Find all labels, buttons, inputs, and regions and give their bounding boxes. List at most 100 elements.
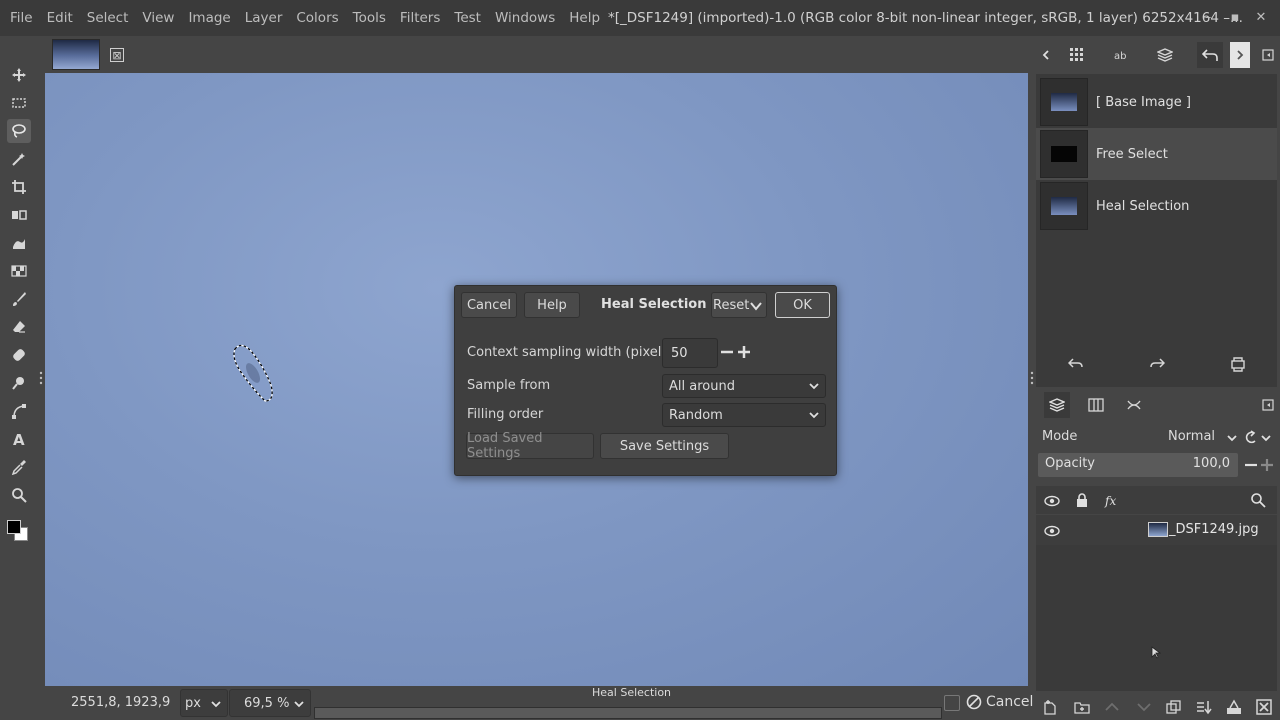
plus-icon[interactable]	[1257, 455, 1277, 475]
undo-label: Heal Selection	[1096, 198, 1190, 214]
redo-icon[interactable]	[1147, 354, 1167, 374]
lower-layer-icon[interactable]	[1134, 697, 1154, 717]
new-layer-icon[interactable]	[1040, 697, 1060, 717]
menu-view[interactable]: View	[135, 10, 181, 26]
opacity-slider[interactable]: Opacity 100,0	[1038, 453, 1238, 477]
duplicate-layer-icon[interactable]	[1164, 697, 1184, 717]
menu-layer[interactable]: Layer	[238, 10, 290, 26]
tab-brushes-icon[interactable]	[1064, 42, 1090, 68]
heal-tool-icon[interactable]	[7, 343, 31, 367]
chevron-down-icon	[809, 412, 819, 419]
mode-select[interactable]: Normal	[1164, 426, 1240, 450]
gradient-tool-icon[interactable]	[7, 259, 31, 283]
layers-actions	[1034, 693, 1280, 720]
chevron-right-icon[interactable]	[1230, 42, 1250, 68]
warp-tool-icon[interactable]	[7, 231, 31, 255]
menu-colors[interactable]: Colors	[289, 10, 345, 26]
menu-test[interactable]: Test	[447, 10, 488, 26]
free-select-tool-icon[interactable]	[7, 119, 31, 143]
maximize-button[interactable]: ▪	[1226, 9, 1244, 27]
merge-layer-icon[interactable]	[1194, 697, 1214, 717]
dock-menu-icon[interactable]	[1260, 42, 1276, 68]
paintbrush-tool-icon[interactable]	[7, 287, 31, 311]
clear-history-icon[interactable]	[1228, 354, 1248, 374]
effects-icon[interactable]: fx	[1104, 492, 1120, 508]
tab-paths-icon[interactable]	[1121, 392, 1147, 418]
undo-item-heal-selection[interactable]: Heal Selection	[1036, 180, 1277, 232]
image-tab-thumbnail[interactable]	[52, 39, 100, 70]
opacity-label: Opacity	[1045, 456, 1096, 471]
filling-order-select[interactable]: Random	[662, 403, 826, 427]
eye-icon[interactable]	[1044, 523, 1060, 539]
layer-mode-row: Mode Normal	[1034, 426, 1280, 450]
mode-value: Normal	[1168, 429, 1216, 444]
lock-icon[interactable]	[1074, 492, 1090, 508]
move-tool-icon[interactable]	[7, 63, 31, 87]
eraser-tool-icon[interactable]	[7, 315, 31, 339]
mode-switch-button[interactable]	[1242, 428, 1276, 448]
dock-resize-handle[interactable]	[1030, 370, 1034, 386]
plus-icon[interactable]	[736, 343, 752, 361]
minimize-button[interactable]: –	[1199, 9, 1217, 27]
layer-thumbnail	[1148, 522, 1168, 537]
undo-item-free-select[interactable]: Free Select	[1036, 128, 1277, 180]
layer-name[interactable]: _DSF1249.jpg	[1169, 522, 1259, 537]
svg-text:ab: ab	[1114, 51, 1126, 62]
unit-select[interactable]: px	[180, 689, 228, 717]
ok-button[interactable]: OK	[775, 292, 830, 318]
search-icon[interactable]	[1250, 492, 1266, 508]
minus-icon[interactable]	[719, 343, 735, 361]
smudge-tool-icon[interactable]	[7, 371, 31, 395]
zoom-select[interactable]: 69,5 %	[229, 689, 311, 717]
fuzzy-select-tool-icon[interactable]	[7, 147, 31, 171]
tab-undo-history-icon[interactable]	[1197, 42, 1223, 68]
fg-bg-color-swatch[interactable]	[6, 518, 32, 544]
menu-edit[interactable]: Edit	[40, 10, 80, 26]
toolbox-resize-handle[interactable]	[39, 370, 43, 386]
zoom-tool-icon[interactable]	[7, 483, 31, 507]
save-settings-button[interactable]: Save Settings	[600, 433, 729, 459]
menu-image[interactable]: Image	[181, 10, 237, 26]
menu-tools[interactable]: Tools	[346, 10, 393, 26]
tab-layers-icon[interactable]	[1152, 42, 1178, 68]
tab-channels-icon[interactable]	[1083, 392, 1109, 418]
chevron-down-icon	[1227, 435, 1237, 442]
undo-item-base-image[interactable]: [ Base Image ]	[1036, 76, 1277, 128]
undo-icon[interactable]	[1066, 354, 1086, 374]
color-picker-tool-icon[interactable]	[7, 455, 31, 479]
tab-layers-icon[interactable]	[1044, 392, 1070, 418]
cancel-button[interactable]: Cancel	[461, 292, 517, 318]
delete-layer-icon[interactable]	[1254, 697, 1274, 717]
eye-icon[interactable]	[1044, 493, 1060, 509]
rect-select-tool-icon[interactable]	[7, 91, 31, 115]
close-icon[interactable]: ⊠	[110, 48, 124, 62]
layer-row[interactable]: _DSF1249.jpg	[1036, 515, 1277, 545]
mode-label: Mode	[1042, 429, 1078, 444]
load-saved-settings-button[interactable]: Load Saved Settings	[466, 431, 594, 461]
menu-help[interactable]: Help	[562, 10, 607, 26]
crop-tool-icon[interactable]	[7, 175, 31, 199]
menu-windows[interactable]: Windows	[488, 10, 562, 26]
filling-order-label: Filling order	[467, 407, 544, 422]
layer-mask-icon[interactable]	[1224, 697, 1244, 717]
raise-layer-icon[interactable]	[1102, 697, 1122, 717]
status-bar: 2551,8, 1923,9 px 69,5 % Heal Selection …	[38, 686, 1034, 720]
navigate-icon[interactable]	[944, 695, 960, 711]
context-width-input[interactable]: 50	[662, 338, 718, 368]
tab-fonts-icon[interactable]: ab	[1108, 42, 1134, 68]
reset-button[interactable]: Reset	[711, 292, 767, 318]
menu-file[interactable]: File	[0, 10, 40, 26]
undo-thumbnail	[1040, 130, 1088, 178]
menu-filters[interactable]: Filters	[393, 10, 447, 26]
layers-dock-menu-icon[interactable]	[1260, 392, 1276, 418]
menu-select[interactable]: Select	[80, 10, 136, 26]
text-tool-icon[interactable]: A	[7, 427, 31, 451]
transform-tool-icon[interactable]	[7, 203, 31, 227]
new-layer-group-icon[interactable]	[1072, 697, 1092, 717]
help-button[interactable]: Help	[524, 292, 580, 318]
close-window-button[interactable]: ✕	[1252, 9, 1270, 27]
paths-tool-icon[interactable]	[7, 399, 31, 423]
chevron-left-icon[interactable]	[1036, 42, 1056, 68]
status-cancel-button[interactable]: Cancel	[966, 694, 1033, 710]
sample-from-select[interactable]: All around	[662, 374, 826, 398]
